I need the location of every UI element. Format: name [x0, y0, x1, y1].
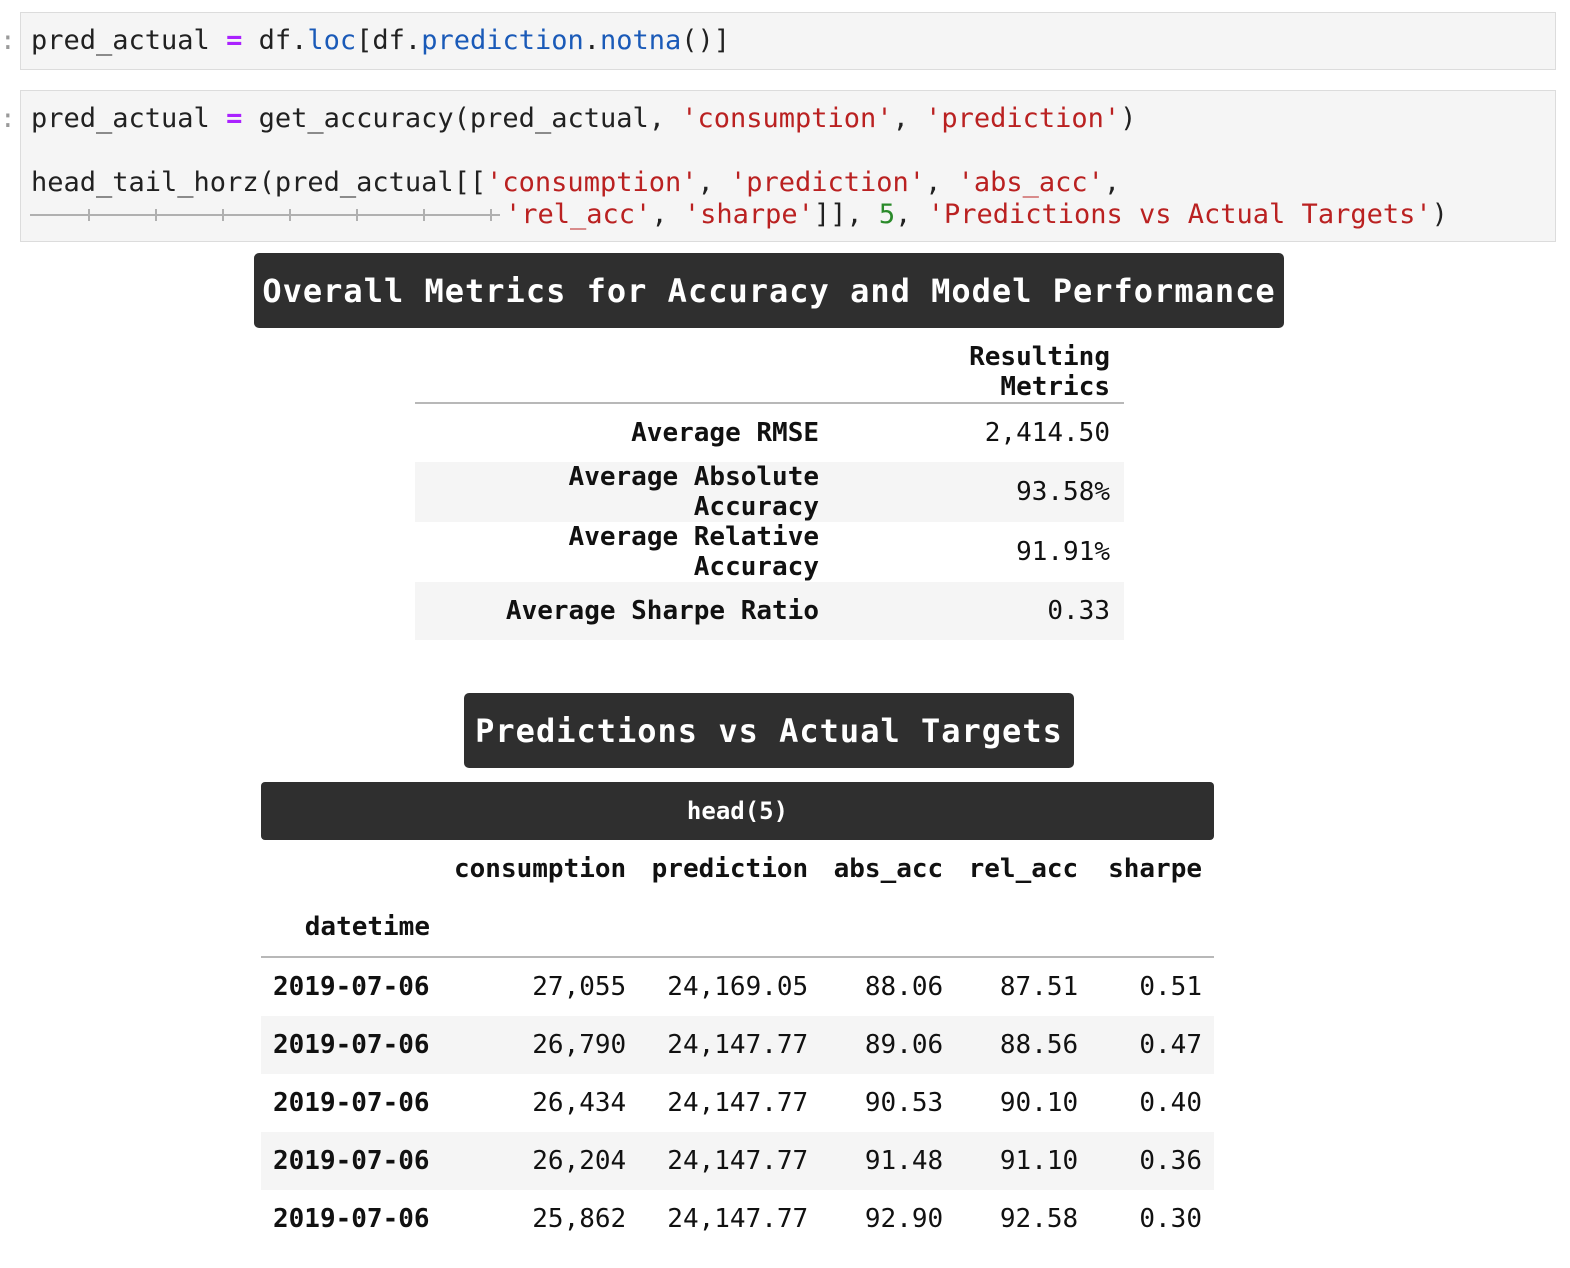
table-cell: 0.51	[1139, 972, 1202, 1002]
wrap-tick-icon	[289, 209, 291, 221]
column-header: prediction	[651, 854, 809, 884]
metric-value: 2,414.50	[984, 418, 1110, 448]
code-cell-1[interactable]: pred_actual = df.loc[df.prediction.notna…	[20, 12, 1556, 70]
row-index: 2019-07-06	[273, 1088, 430, 1118]
table-cell: 92.90	[864, 1204, 944, 1234]
table-cell: 91.48	[820, 1132, 956, 1190]
predictions-table: consumption prediction abs_acc rel_acc s…	[261, 840, 1214, 1248]
metrics-column-header: Resulting Metrics	[833, 342, 1124, 404]
table-cell: 26,434	[532, 1088, 627, 1118]
blank-header	[261, 840, 442, 898]
metrics-table: Resulting Metrics Average RMSE 2,414.50 …	[415, 342, 1124, 640]
table-cell: 27,055	[532, 972, 627, 1002]
empty-header	[820, 898, 956, 958]
code-line: 'rel_acc', 'sharpe']], 5, 'Predictions v…	[505, 199, 1448, 230]
empty-header	[1090, 898, 1214, 958]
code-line: pred_actual = get_accuracy(pred_actual, …	[31, 103, 1137, 134]
table-row: 2019-07-06 25,862 24,147.77 92.90 92.58 …	[261, 1190, 1214, 1248]
empty-header	[442, 898, 639, 958]
table-row: 2019-07-06 27,055 24,169.05 88.06 87.51 …	[261, 957, 1214, 1016]
table-row: 2019-07-06 26,434 24,147.77 90.53 90.10 …	[261, 1074, 1214, 1132]
metric-value: 93.58%	[833, 462, 1124, 522]
metric-label: Average Relative Accuracy	[568, 522, 819, 582]
table-cell: 89.06	[820, 1016, 956, 1074]
column-header: rel_acc	[968, 854, 1079, 884]
wrap-tick-icon	[490, 209, 492, 221]
metrics-row: Average Absolute Accuracy 93.58%	[415, 462, 1124, 522]
table-cell: 26,204	[442, 1132, 639, 1190]
column-header-row: consumption prediction abs_acc rel_acc s…	[261, 840, 1214, 898]
wrap-tick-icon	[356, 209, 358, 221]
table-cell: 87.51	[999, 972, 1079, 1002]
metric-value: 0.33	[833, 582, 1124, 640]
table-cell: 24,147.77	[638, 1132, 821, 1190]
table-cell: 0.40	[1139, 1088, 1202, 1118]
empty-header	[638, 898, 821, 958]
metric-value: 91.91%	[1016, 537, 1110, 567]
metric-label: Average Absolute Accuracy	[415, 462, 833, 522]
metrics-title-banner: Overall Metrics for Accuracy and Model P…	[254, 253, 1284, 328]
metric-label: Average RMSE	[631, 418, 819, 448]
cell-marker: :	[0, 104, 16, 134]
table-cell: 88.56	[955, 1016, 1091, 1074]
notebook-page: : pred_actual = df.loc[df.prediction.not…	[0, 0, 1570, 1268]
metrics-row: Average Relative Accuracy 91.91%	[415, 522, 1124, 582]
code-line: pred_actual = df.loc[df.prediction.notna…	[31, 25, 731, 56]
table-cell: 90.10	[999, 1088, 1079, 1118]
row-index: 2019-07-06	[261, 1132, 442, 1190]
table-cell: 90.53	[864, 1088, 944, 1118]
row-index: 2019-07-06	[261, 1016, 442, 1074]
table-cell: 0.36	[1090, 1132, 1214, 1190]
table-cell: 0.47	[1090, 1016, 1214, 1074]
wrap-tick-icon	[423, 209, 425, 221]
table-cell: 25,862	[532, 1204, 627, 1234]
table-cell: 91.10	[955, 1132, 1091, 1190]
table-cell: 92.58	[999, 1204, 1079, 1234]
index-header-row: datetime	[261, 898, 1214, 958]
wrap-tick-icon	[155, 209, 157, 221]
table-cell: 24,147.77	[667, 1204, 809, 1234]
table-cell: 24,169.05	[667, 972, 809, 1002]
code-cell-2[interactable]: pred_actual = get_accuracy(pred_actual, …	[20, 90, 1556, 242]
metrics-row: Average Sharpe Ratio 0.33	[415, 582, 1124, 640]
table-row: 2019-07-06 26,790 24,147.77 89.06 88.56 …	[261, 1016, 1214, 1074]
predictions-title-banner: Predictions vs Actual Targets	[464, 693, 1074, 768]
row-index: 2019-07-06	[273, 1204, 430, 1234]
code-line: head_tail_horz(pred_actual[['consumption…	[31, 167, 1121, 198]
cell-marker: :	[0, 26, 16, 56]
metrics-blank-header	[415, 342, 833, 404]
metrics-row: Average RMSE 2,414.50	[415, 403, 1124, 462]
table-cell: 88.06	[864, 972, 944, 1002]
table-cell: 24,147.77	[667, 1088, 809, 1118]
wrap-tick-icon	[88, 209, 90, 221]
row-index: 2019-07-06	[273, 972, 430, 1002]
head-label-bar: head(5)	[261, 782, 1214, 840]
metric-label: Average Sharpe Ratio	[415, 582, 833, 640]
index-name-header: datetime	[261, 898, 442, 958]
table-row: 2019-07-06 26,204 24,147.77 91.48 91.10 …	[261, 1132, 1214, 1190]
table-cell: 24,147.77	[638, 1016, 821, 1074]
column-header: abs_acc	[833, 854, 944, 884]
line-wrap-indicator	[30, 214, 500, 216]
table-cell: 26,790	[442, 1016, 639, 1074]
column-header: sharpe	[1108, 854, 1202, 884]
empty-header	[955, 898, 1091, 958]
table-cell: 0.30	[1139, 1204, 1202, 1234]
wrap-tick-icon	[222, 209, 224, 221]
column-header: consumption	[454, 854, 627, 884]
